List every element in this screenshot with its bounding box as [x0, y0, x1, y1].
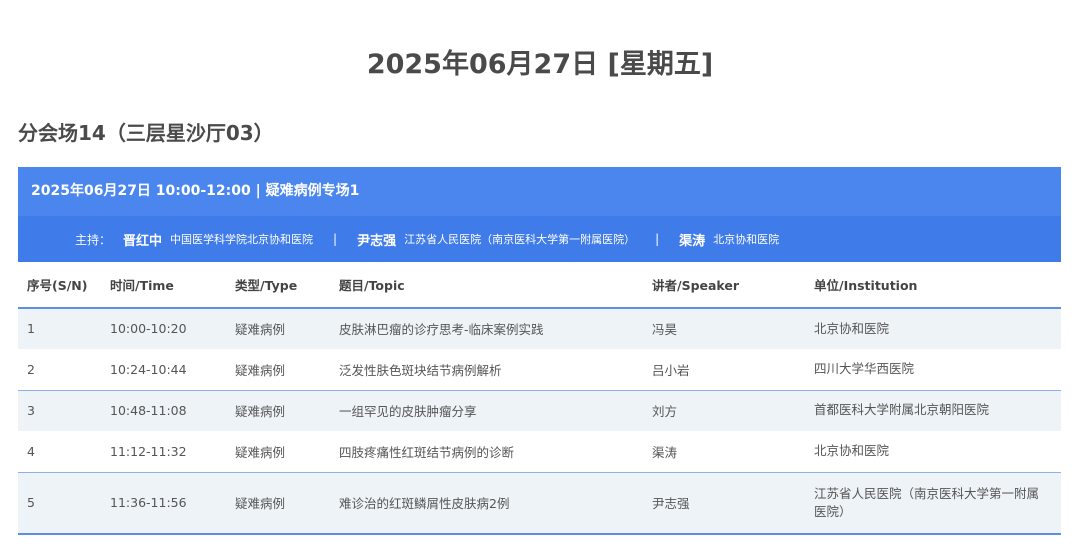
cell-type: 疑难病例 [226, 389, 330, 431]
table-header-row: 序号(S/N) 时间/Time 类型/Type 题目/Topic 讲者/Spea… [18, 262, 1061, 309]
cell-sn: 5 [18, 471, 101, 535]
cell-institution: 北京协和医院 [814, 443, 890, 459]
cell-topic: 难诊治的红斑鳞屑性皮肤病2例 [330, 471, 643, 535]
cell-institution: 四川大学华西医院 [814, 361, 915, 377]
cell-topic: 一组罕见的皮肤肿瘤分享 [330, 389, 643, 431]
header-sn: 序号(S/N) [18, 262, 101, 309]
table-row: 1 10:00-10:20 疑难病例 皮肤淋巴瘤的诊疗思考-临床案例实践 冯昊 … [18, 308, 1061, 349]
host-name: 渠涛 [679, 233, 706, 249]
hosts-bar: 主持： 晋红中 中国医学科学院北京协和医院 | 尹志强 江苏省人民医院（南京医科… [18, 216, 1061, 262]
cell-topic: 四肢疼痛性红斑结节病例的诊断 [339, 445, 515, 460]
host-institution: 北京协和医院 [713, 233, 780, 246]
cell-sn: 4 [27, 444, 35, 459]
cell-speaker: 渠涛 [652, 445, 678, 460]
cell-type: 疑难病例 [226, 471, 330, 535]
session-block: 2025年06月27日 10:00-12:00 | 疑难病例专场1 主持： 晋红… [18, 167, 1061, 535]
cell-sn: 2 [27, 362, 35, 377]
schedule-table: 序号(S/N) 时间/Time 类型/Type 题目/Topic 讲者/Spea… [18, 262, 1061, 535]
header-topic: 题目/Topic [330, 262, 643, 309]
venue-title: 分会场14（三层星沙厅03） [18, 121, 274, 145]
cell-institution: 北京协和医院 [805, 308, 1061, 349]
cell-time: 10:00-10:20 [101, 308, 226, 349]
session-header: 2025年06月27日 10:00-12:00 | 疑难病例专场1 [18, 167, 1061, 216]
cell-sn: 3 [18, 389, 101, 431]
cell-time: 11:36-11:56 [101, 471, 226, 535]
cell-speaker: 尹志强 [643, 471, 805, 535]
cell-type: 疑难病例 [235, 445, 286, 460]
host-separator: | [333, 232, 338, 246]
cell-type: 疑难病例 [226, 308, 330, 349]
table-row: 2 10:24-10:44 疑难病例 泛发性肤色斑块结节病例解析 吕小岩 四川大… [18, 349, 1061, 390]
cell-type: 疑难病例 [235, 363, 286, 378]
cell-speaker: 冯昊 [643, 308, 805, 349]
header-type: 类型/Type [226, 262, 330, 309]
header-institution: 单位/Institution [805, 262, 1061, 309]
cell-sn: 1 [18, 308, 101, 349]
cell-institution: 江苏省人民医院（南京医科大学第一附属医院） [805, 471, 1061, 535]
cell-topic: 泛发性肤色斑块结节病例解析 [339, 363, 502, 378]
host-separator: | [655, 232, 660, 246]
header-speaker: 讲者/Speaker [643, 262, 805, 309]
header-time: 时间/Time [101, 262, 226, 309]
table-row: 5 11:36-11:56 疑难病例 难诊治的红斑鳞屑性皮肤病2例 尹志强 江苏… [18, 471, 1061, 535]
host-institution: 江苏省人民医院（南京医科大学第一附属医院） [404, 233, 636, 246]
date-title: 2025年06月27日 [星期五] [366, 49, 714, 80]
cell-topic: 皮肤淋巴瘤的诊疗思考-临床案例实践 [330, 308, 643, 349]
cell-institution: 首都医科大学附属北京朝阳医院 [805, 389, 1061, 431]
cell-time: 11:12-11:32 [110, 444, 187, 459]
host-name: 尹志强 [357, 233, 397, 249]
table-row: 3 10:48-11:08 疑难病例 一组罕见的皮肤肿瘤分享 刘方 首都医科大学… [18, 389, 1061, 431]
cell-time: 10:48-11:08 [101, 389, 226, 431]
host-institution: 中国医学科学院北京协和医院 [170, 233, 314, 246]
cell-speaker: 吕小岩 [652, 363, 690, 378]
table-row: 4 11:12-11:32 疑难病例 四肢疼痛性红斑结节病例的诊断 渠涛 北京协… [18, 431, 1061, 472]
cell-time: 10:24-10:44 [110, 362, 187, 377]
host-name: 晋红中 [123, 233, 163, 249]
hosts-label: 主持： [75, 232, 112, 247]
cell-speaker: 刘方 [643, 389, 805, 431]
